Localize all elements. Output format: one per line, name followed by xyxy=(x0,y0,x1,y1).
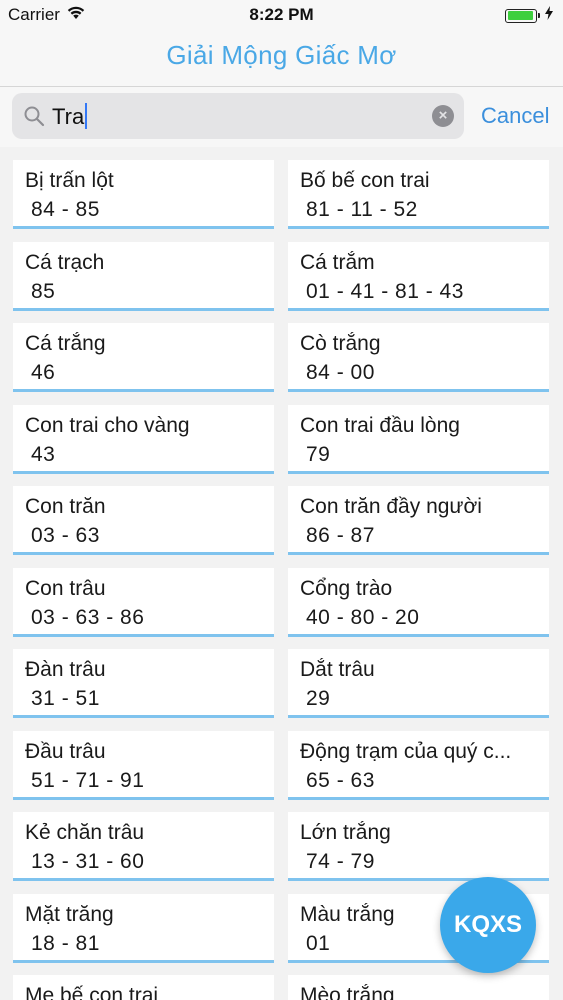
status-bar: Carrier 8:22 PM xyxy=(0,0,563,30)
result-name: Con trai cho vàng xyxy=(25,413,190,437)
result-name: Màu trắng xyxy=(300,902,395,926)
result-numbers: 84 - 85 xyxy=(31,198,100,221)
result-card[interactable]: Cò trắng 84 - 00 xyxy=(288,323,549,392)
result-name: Cổng trào xyxy=(300,576,393,600)
result-numbers: 03 - 63 xyxy=(31,524,100,547)
result-name: Cá trắng xyxy=(25,332,106,355)
clear-search-icon[interactable]: × xyxy=(432,105,454,127)
result-name: Con trai đầu lòng xyxy=(300,413,460,437)
result-name: Dắt trâu xyxy=(300,658,375,681)
result-numbers: 86 - 87 xyxy=(306,524,375,547)
result-numbers: 18 - 81 xyxy=(31,931,100,955)
result-numbers: 81 - 11 - 52 xyxy=(306,198,418,221)
result-card[interactable]: Cá trắm 01 - 41 - 81 - 43 xyxy=(288,241,549,311)
result-name: Đàn trâu xyxy=(25,658,106,681)
battery-icon xyxy=(505,8,540,23)
result-numbers: 85 xyxy=(31,279,56,303)
charging-bolt-icon xyxy=(545,6,553,25)
battery-fill xyxy=(507,11,534,20)
search-value-text: Tra xyxy=(52,104,85,129)
status-time: 8:22 PM xyxy=(249,5,314,24)
text-caret xyxy=(85,103,88,129)
result-card[interactable]: Con trai đầu lòng 79 xyxy=(288,404,549,474)
result-card[interactable]: Cá trạch 85 xyxy=(13,241,274,311)
result-name: Động trạm của quý c... xyxy=(300,739,512,763)
result-name: Con trăn xyxy=(25,495,106,518)
result-name: Cá trạch xyxy=(25,250,105,274)
result-numbers: 65 - 63 xyxy=(306,768,375,792)
result-numbers: 84 - 00 xyxy=(306,361,375,384)
result-name: Con trâu xyxy=(25,576,106,600)
result-card[interactable]: Lớn trắng 74 - 79 xyxy=(288,812,549,881)
kqxs-button[interactable]: KQXS xyxy=(440,877,536,973)
result-card[interactable]: Động trạm của quý c... 65 - 63 xyxy=(288,730,549,800)
result-numbers: 40 - 80 - 20 xyxy=(306,605,420,629)
result-name: Mặt trăng xyxy=(25,902,114,926)
result-name: Mèo trắng xyxy=(300,984,395,1000)
result-card[interactable]: Mặt trăng 18 - 81 xyxy=(13,893,274,963)
result-numbers: 79 xyxy=(306,442,331,466)
result-card[interactable]: Bị trấn lột 84 - 85 xyxy=(13,160,274,229)
status-right xyxy=(505,6,553,25)
result-card[interactable]: Con trâu 03 - 63 - 86 xyxy=(13,567,274,637)
result-card[interactable]: Con trai cho vàng 43 xyxy=(13,404,274,474)
result-card[interactable]: Cá trắng 46 xyxy=(13,323,274,392)
result-card[interactable]: Dắt trâu 29 xyxy=(288,649,549,718)
result-name: Kẻ chăn trâu xyxy=(25,821,145,844)
result-name: Cò trắng xyxy=(300,332,381,355)
result-card[interactable]: Con trăn đầy người 86 - 87 xyxy=(288,486,549,555)
result-numbers: 46 xyxy=(31,361,56,384)
result-name: Bố bế con trai xyxy=(300,169,430,192)
result-name: Lớn trắng xyxy=(300,821,391,844)
result-card[interactable]: Mẹ bế con trai xyxy=(13,975,274,1000)
search-row: Tra × Cancel xyxy=(0,87,563,147)
search-input[interactable]: Tra × xyxy=(12,93,464,139)
result-card[interactable]: Con trăn 03 - 63 xyxy=(13,486,274,555)
cancel-button[interactable]: Cancel xyxy=(481,103,549,129)
result-numbers: 13 - 31 - 60 xyxy=(31,850,145,873)
result-numbers: 74 - 79 xyxy=(306,850,375,873)
result-card[interactable]: Đàn trâu 31 - 51 xyxy=(13,649,274,718)
search-icon xyxy=(22,104,46,128)
result-name: Đầu trâu xyxy=(25,739,106,763)
result-name: Con trăn đầy người xyxy=(300,495,482,518)
result-card[interactable]: Kẻ chăn trâu 13 - 31 - 60 xyxy=(13,812,274,881)
page-title: Giải Mộng Giấc Mơ xyxy=(166,40,397,70)
result-card[interactable]: Bố bế con trai 81 - 11 - 52 xyxy=(288,160,549,229)
screen: Carrier 8:22 PM Giải Mộng Giấc Mơ Tra × … xyxy=(0,0,563,1000)
result-numbers: 31 - 51 xyxy=(31,687,100,710)
result-numbers: 03 - 63 - 86 xyxy=(31,605,145,629)
result-numbers: 01 xyxy=(306,931,331,955)
result-card[interactable]: Đầu trâu 51 - 71 - 91 xyxy=(13,730,274,800)
result-numbers: 43 xyxy=(31,442,56,466)
result-numbers: 51 - 71 - 91 xyxy=(31,768,145,792)
result-card[interactable]: Cổng trào 40 - 80 - 20 xyxy=(288,567,549,637)
result-name: Bị trấn lột xyxy=(25,169,114,192)
result-numbers: 29 xyxy=(306,687,331,710)
search-input-value: Tra xyxy=(52,103,88,130)
result-numbers: 01 - 41 - 81 - 43 xyxy=(306,279,464,303)
nav-bar: Giải Mộng Giấc Mơ xyxy=(0,30,563,87)
result-name: Cá trắm xyxy=(300,250,375,274)
result-name: Mẹ bế con trai xyxy=(25,984,159,1000)
result-card[interactable]: Mèo trắng xyxy=(288,975,549,1000)
